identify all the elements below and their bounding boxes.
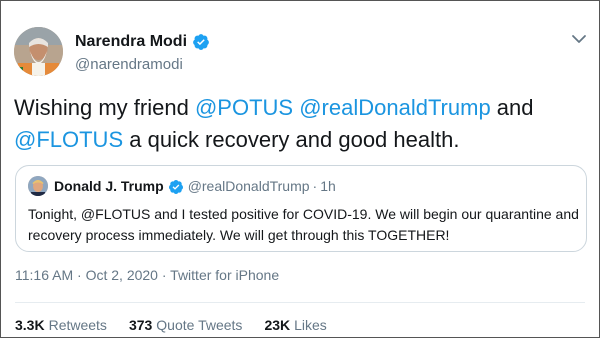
author-name[interactable]: Narendra Modi [75, 33, 187, 51]
verified-badge-icon [168, 179, 184, 195]
separator-dot: · [161, 267, 167, 283]
quote-tweets-stat-link[interactable]: 373 Quote Tweets [129, 317, 243, 334]
likes-count: 23K [264, 317, 291, 333]
quoted-author-handle: @realDonaldTrump [187, 178, 310, 194]
mention-link-realdonaldtrump[interactable]: @realDonaldTrump [299, 95, 490, 120]
retweets-label: Retweets [48, 317, 107, 333]
author-avatar[interactable] [14, 27, 63, 76]
mention-link-flotus[interactable]: @FLOTUS [14, 127, 123, 152]
quoted-tweet-text: Tonight, @FLOTUS and I tested positive f… [28, 206, 579, 243]
quoted-author-avatar [28, 176, 48, 196]
quote-tweets-label: Quote Tweets [156, 317, 243, 333]
verified-badge-icon [192, 33, 210, 51]
divider [15, 302, 585, 303]
tweet-source-link[interactable]: Twitter for iPhone [170, 267, 279, 283]
author-handle[interactable]: @narendramodi [75, 56, 183, 74]
mention-link-potus[interactable]: @POTUS [195, 95, 293, 120]
quoted-author-name: Donald J. Trump [54, 178, 164, 194]
chevron-down-icon[interactable] [571, 32, 587, 44]
separator-dot: · [312, 178, 318, 194]
quote-tweets-count: 373 [128, 317, 153, 333]
quoted-tweet-card[interactable]: Donald J. Trump @realDonaldTrump · 1h To… [15, 165, 587, 252]
tweet-meta: 11:16 AM · Oct 2, 2020 · Twitter for iPh… [15, 267, 279, 284]
tweet-text-part: Wishing my friend [14, 95, 195, 120]
retweets-stat-link[interactable]: 3.3K Retweets [15, 317, 107, 334]
engagement-stats: 3.3K Retweets 373 Quote Tweets 23K Likes [15, 317, 349, 334]
retweets-count: 3.3K [15, 317, 45, 333]
tweet-text-part: and [490, 95, 534, 120]
separator-dot: · [77, 267, 82, 283]
quoted-timestamp: 1h [320, 178, 336, 194]
tweet-date-link[interactable]: Oct 2, 2020 [86, 267, 158, 283]
likes-stat-link[interactable]: 23K Likes [264, 317, 326, 334]
tweet-time-link[interactable]: 11:16 AM [15, 267, 73, 283]
likes-label: Likes [294, 317, 327, 333]
tweet-text-part: a quick recovery and good health. [123, 127, 460, 152]
tweet-text: Wishing my friend @POTUS @realDonaldTrum… [14, 92, 584, 156]
